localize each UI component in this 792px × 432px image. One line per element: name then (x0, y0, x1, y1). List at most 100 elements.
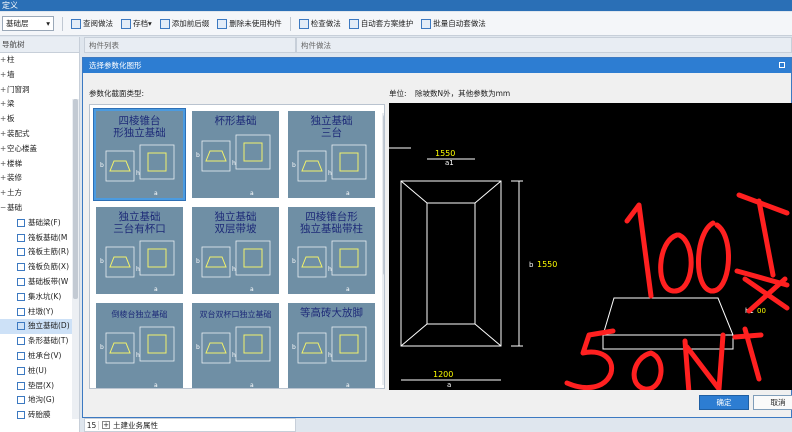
expand-icon[interactable]: + (0, 186, 7, 201)
navigation-tree-panel: 导航树 +柱 +墙 +门窗洞 +梁 +板 +装配式 +空心楼盖 +楼梯 +装修 +土方 −基础 基础梁… (0, 37, 80, 432)
scrollbar-thumb[interactable] (383, 115, 384, 275)
component-icon (17, 277, 25, 286)
tree-item[interactable]: 桩(U) (0, 364, 79, 379)
delete-unused-button[interactable]: 删除未使用构件 (217, 18, 282, 29)
expand-icon[interactable]: + (0, 83, 7, 98)
tree-item[interactable]: 垫层(X) (0, 379, 79, 394)
tree-item-label: 空心楼盖 (7, 143, 37, 153)
tree-item[interactable]: 地沟(G) (0, 393, 79, 408)
diagram-shape (147, 152, 167, 172)
tree-item[interactable]: 筏板基础(M (0, 231, 79, 246)
diagram-shape (301, 342, 323, 354)
expand-icon[interactable]: + (0, 68, 7, 83)
expand-icon[interactable]: + (0, 157, 7, 172)
auto-scheme-button[interactable]: 自动套方案维护 (348, 18, 413, 29)
tree-item[interactable]: 筏板主筋(R) (0, 245, 79, 260)
component-icon (17, 337, 25, 346)
tree-item-label: 装修 (7, 173, 22, 183)
tree-item[interactable]: 柱墩(Y) (0, 305, 79, 320)
batch-auto-label: 批量自动套做法 (433, 19, 486, 28)
floor-select-value: 基础层 (6, 19, 29, 28)
diagram-shape (109, 342, 131, 354)
component-icon (17, 396, 25, 405)
tree-item[interactable]: +楼梯 (0, 157, 79, 172)
tree-item[interactable]: 桩承台(V) (0, 349, 79, 364)
batch-icon (421, 18, 432, 29)
expand-icon[interactable]: + (0, 127, 7, 142)
tree-item[interactable]: +装配式 (0, 127, 79, 142)
tree-item[interactable]: 基础梁(F) (0, 216, 79, 231)
preview-elevation-frustum (602, 297, 734, 336)
ink-stroke (624, 202, 654, 299)
diagram-shape (105, 332, 135, 364)
tree-item[interactable]: 独立基础(D) (0, 319, 79, 335)
tree-scrollbar[interactable] (72, 99, 79, 419)
tree-item[interactable]: +空心楼盖 (0, 142, 79, 157)
gallery-scrollbar[interactable] (382, 113, 384, 385)
shape-card[interactable]: 四棱锥台 形独立基础 a b h (93, 108, 186, 201)
tree-item-label: 基础梁(F) (28, 217, 61, 227)
shape-card[interactable]: 独立基础 三台 a b h (286, 109, 377, 200)
diagram-label: a (250, 286, 254, 293)
expand-icon[interactable]: + (0, 142, 7, 157)
diagram-label: h (232, 352, 236, 359)
shape-card[interactable]: 倒棱台独立基础 a b h (94, 301, 185, 389)
query-icon (71, 18, 81, 29)
diagram-label: a (154, 382, 158, 389)
preview-drawing: 1550 a1 1200 a b 1550 h1 00 (389, 147, 790, 390)
view-method-button[interactable]: 查阅做法 (71, 18, 113, 29)
diagram-shape (109, 256, 131, 268)
shape-card[interactable]: 杯形基础 a b h (190, 109, 281, 200)
check-method-button[interactable]: 检查做法 (298, 18, 341, 29)
property-row[interactable]: 15 + 土建业务属性 (84, 418, 296, 432)
parametric-shape-dialog: 选择参数化图形 参数化截面类型: 单位: 除坡数N外，其他参数为mm 四棱锥台形… (82, 57, 792, 418)
expand-icon[interactable]: + (102, 421, 110, 429)
expand-icon[interactable]: + (0, 97, 7, 112)
tree-item-label: 垫层(X) (28, 380, 54, 390)
ok-button[interactable]: 确定 (699, 395, 749, 410)
tree-item-label: 装配式 (7, 128, 30, 138)
tree-item[interactable]: +门窗洞 (0, 83, 79, 98)
shape-card[interactable]: 四棱锥台形 独立基础带柱 a b h (286, 205, 377, 296)
tree-item[interactable]: 条形基础(T) (0, 334, 79, 349)
scrollbar-thumb[interactable] (73, 99, 78, 299)
shape-card[interactable]: 双台双杯口独立基础 a b h (190, 301, 281, 388)
shape-card[interactable]: 等高砖大放脚 a b h (286, 301, 377, 388)
diagram-label: a (346, 286, 350, 293)
diagram-label: b (100, 162, 104, 169)
dim-b-label: b (529, 261, 534, 269)
tree-item[interactable]: +梁 (0, 97, 79, 112)
chevron-down-icon: ▾ (46, 19, 50, 28)
tree-item[interactable]: 集水坑(K) (0, 290, 79, 305)
tree-item[interactable]: +柱 (0, 53, 79, 68)
batch-auto-button[interactable]: 批量自动套做法 (421, 18, 486, 29)
tree-item[interactable]: +墙 (0, 68, 79, 83)
tree-item[interactable]: −基础 (0, 201, 79, 216)
archive-button[interactable]: 存档 ▾ (121, 18, 152, 29)
expand-icon[interactable]: − (0, 201, 7, 216)
shape-card[interactable]: 独立基础 三台有杯口 a b h (94, 205, 185, 296)
maximize-icon[interactable] (779, 62, 785, 68)
expand-icon[interactable]: + (0, 112, 7, 127)
window-title: 定义 (2, 1, 18, 10)
tree-item-label: 门窗洞 (7, 84, 30, 94)
expand-icon[interactable]: + (0, 53, 7, 68)
shape-card-diagram: a b h (100, 326, 175, 389)
tree-item[interactable]: +装修 (0, 171, 79, 186)
shape-card-diagram: a b h (292, 240, 367, 293)
tree-item[interactable]: 基础板带(W (0, 275, 79, 290)
tree-item[interactable]: +土方 (0, 186, 79, 201)
add-prefix-suffix-button[interactable]: 添加前后缀 (159, 18, 209, 29)
shape-card[interactable]: 独立基础 双层带坡 a b h (190, 205, 281, 296)
tree-item[interactable]: 砖胎膜 (0, 408, 79, 423)
diagram-label: a (346, 190, 350, 197)
floor-select[interactable]: 基础层 ▾ (2, 16, 54, 31)
cancel-button[interactable]: 取消 (753, 395, 792, 410)
tree-item[interactable]: +板 (0, 112, 79, 127)
expand-icon[interactable]: + (0, 171, 7, 186)
tree-item-label: 土方 (7, 188, 22, 198)
preview-outer-outline (400, 180, 502, 347)
delete-unused-label: 删除未使用构件 (229, 19, 282, 28)
component-icon (17, 263, 25, 272)
tree-item[interactable]: 筏板负筋(X) (0, 260, 79, 275)
